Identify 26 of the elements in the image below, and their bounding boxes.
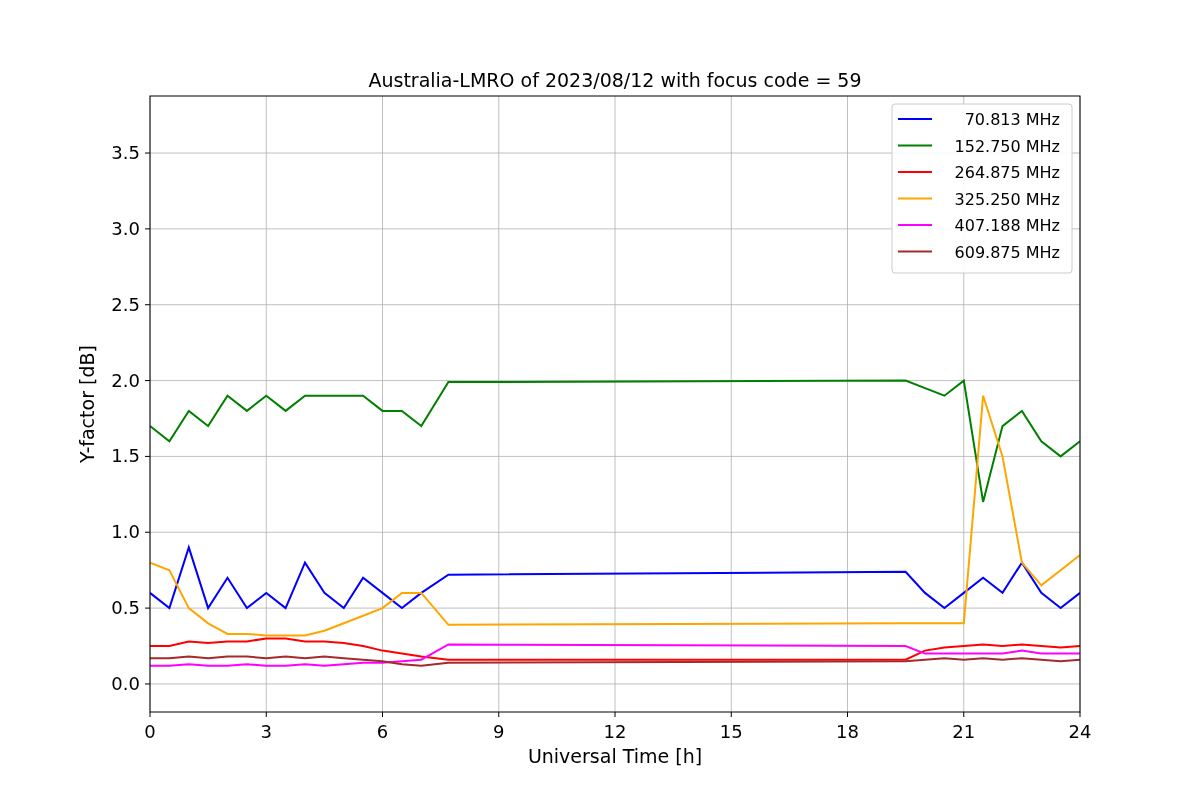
legend-label: 264.875 MHz [954,163,1060,182]
y-tick-label: 2.5 [111,293,140,315]
y-axis-label: Y-factor [dB] [76,345,98,463]
legend-label: 407.188 MHz [954,216,1060,235]
legend-label: 152.750 MHz [954,136,1060,156]
x-tick-label: 21 [952,721,976,742]
x-tick-label: 6 [376,721,389,742]
y-tick-label: 1.0 [111,521,140,543]
x-tick-label: 18 [836,721,859,742]
x-tick-label: 3 [260,721,272,742]
legend-label: 325.250 MHz [954,189,1060,209]
y-tick-label: 2.0 [111,369,140,391]
x-tick-label: 12 [603,721,627,742]
y-tick-label: 0.0 [111,672,140,694]
y-tick-label: 0.5 [111,597,140,619]
x-tick-label: 24 [1068,721,1092,742]
legend-label: 609.875 MHz [954,242,1060,262]
x-tick-label: 0 [144,721,156,742]
y-tick-label: 3.5 [111,142,140,164]
chart-title: Australia-LMRO of 2023/08/12 with focus code = 59 [368,69,862,91]
y-tick-label: 3.0 [111,217,140,239]
x-tick-label: 9 [493,721,505,742]
x-axis-label: Universal Time [h] [527,745,703,767]
x-tick-label: 15 [719,721,743,742]
legend-label: 70.813 MHz [964,110,1060,129]
y-tick-label: 1.5 [111,445,140,467]
